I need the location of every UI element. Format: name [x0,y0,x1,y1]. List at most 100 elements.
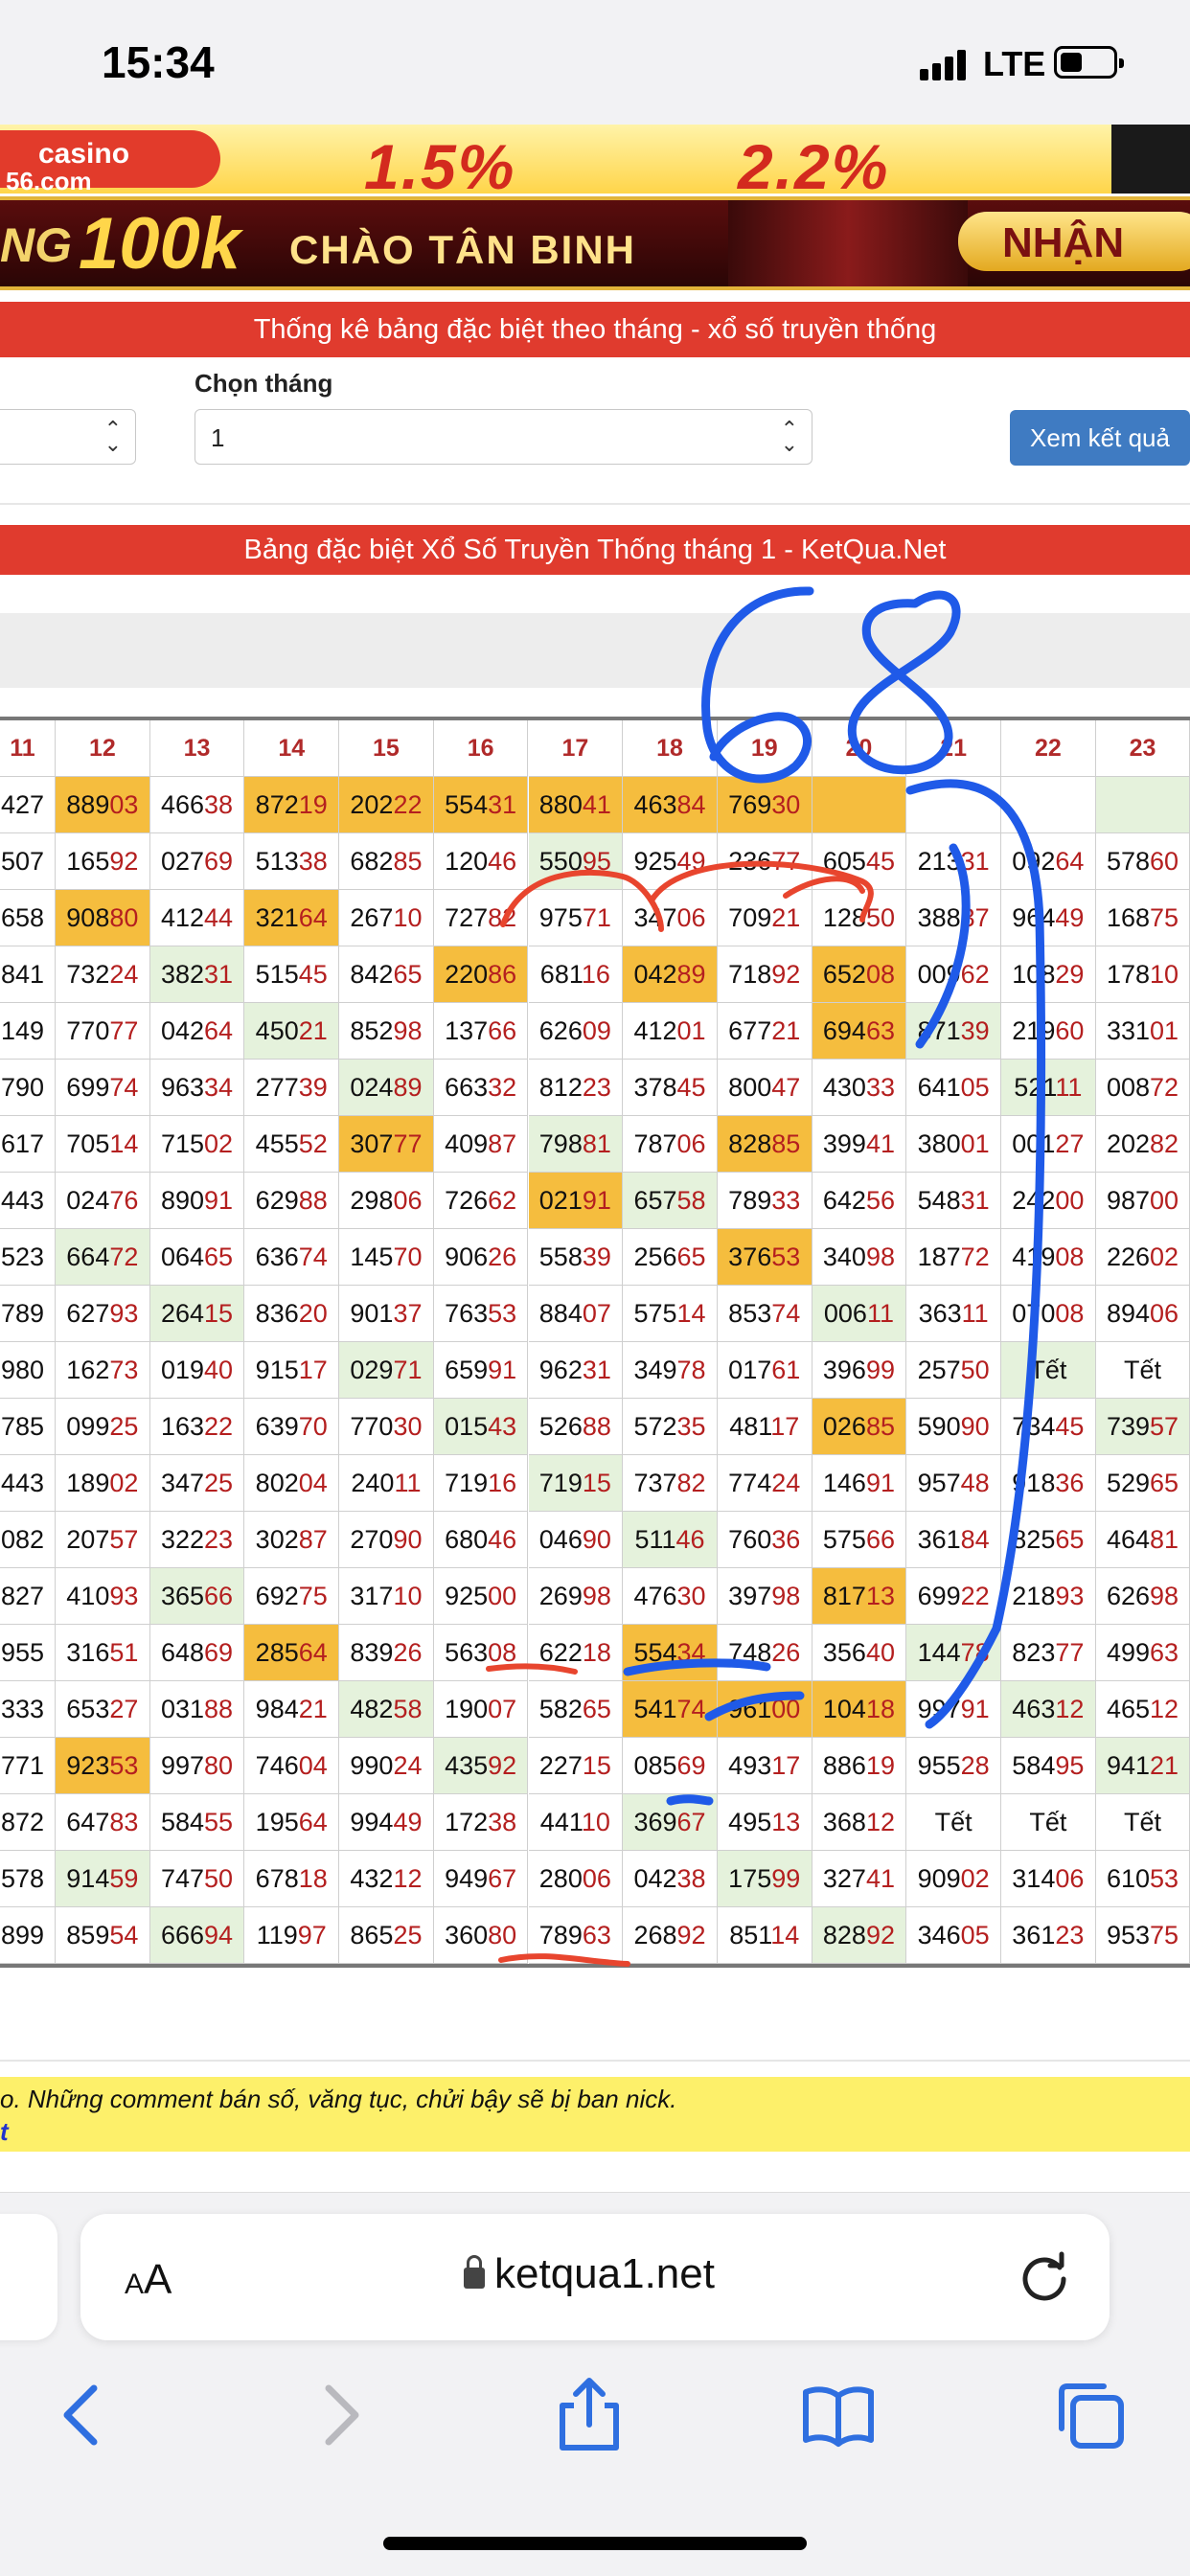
result-cell: 84265 [339,946,434,1003]
result-cell: 73224 [56,946,150,1003]
result-cell: 26415 [149,1286,245,1342]
result-cell: 06465 [149,1229,245,1286]
result-cell: 51545 [244,946,340,1003]
casino-banner[interactable]: casino 56.com 1.5% 2.2% [0,125,1190,194]
result-cell: 09264 [1001,833,1096,890]
result-cell: 12046 [433,833,529,890]
result-cell: 09925 [56,1399,150,1455]
result-cell: 99791 [906,1681,1001,1738]
result-cell: 21960 [1001,1003,1096,1060]
result-cell: 30777 [339,1116,434,1173]
result-cell: 32223 [149,1512,245,1568]
result-cell: 36566 [149,1568,245,1625]
result-cell: 333 [0,1681,56,1738]
result-cell: 55095 [528,833,624,890]
result-cell: 39941 [812,1116,907,1173]
result-cell: 28564 [244,1625,340,1681]
result-cell: 63674 [244,1229,340,1286]
result-cell: 48117 [717,1399,812,1455]
column-header-day-11: 11 [0,720,56,777]
result-cell: 77424 [717,1455,812,1512]
result-cell: 03188 [149,1681,245,1738]
result-cell: 88041 [528,777,624,833]
result-cell: 57235 [623,1399,718,1455]
result-cell: 35640 [812,1625,907,1681]
result-cell: 12850 [812,890,907,946]
promo-banner[interactable]: NG 100k CHÀO TÂN BINH NHẬN [0,196,1190,290]
result-cell: 71916 [433,1455,529,1512]
result-cell: 02769 [149,833,245,890]
result-cell: 70514 [56,1116,150,1173]
result-cell: 19564 [244,1794,340,1851]
notice-link[interactable]: t [0,2117,9,2147]
promo-button[interactable]: NHẬN [958,212,1190,271]
result-cell: 81223 [528,1060,624,1116]
result-cell: 62218 [528,1625,624,1681]
table-row: 578 91459 74750 67818 43212 94967 28006 04238 17… [0,1851,1190,1907]
address-bar[interactable]: AA ketqua1.net [80,2214,1110,2340]
result-cell: 00611 [812,1286,907,1342]
result-cell: 66472 [56,1229,150,1286]
result-cell: 64256 [812,1173,907,1229]
result-cell: 10829 [1001,946,1096,1003]
reload-icon[interactable] [1016,2246,1073,2304]
result-cell: 88407 [528,1286,624,1342]
result-cell: 785 [0,1399,56,1455]
back-icon[interactable] [46,2377,123,2453]
result-cell: 40987 [433,1116,529,1173]
result-cell: 36123 [1001,1907,1096,1964]
result-cell: 31651 [56,1625,150,1681]
result-cell: 97571 [528,890,624,946]
month-label: Chọn tháng [195,369,333,398]
result-cell: 02489 [339,1060,434,1116]
share-icon[interactable] [551,2377,628,2453]
submit-button[interactable]: Xem kết quả [1010,410,1190,466]
result-cell: 39798 [717,1568,812,1625]
result-cell: 082 [0,1512,56,1568]
table-row: 789 62793 26415 83620 90137 76353 88407 57514 85… [0,1286,1190,1342]
result-cell: 37653 [717,1229,812,1286]
result-cell: 78706 [623,1116,718,1173]
result-cell: 45021 [244,1003,340,1060]
result-cell: 20757 [56,1512,150,1568]
column-header-day-20: 20 [812,720,907,777]
result-cell: 65208 [812,946,907,1003]
result-cell: 82885 [717,1116,812,1173]
tabs-icon[interactable] [1052,2377,1129,2453]
result-cell: 46481 [1095,1512,1190,1568]
result-cell: 85954 [56,1907,150,1964]
year-select[interactable]: ⌃ ⌄ [0,409,136,465]
result-cell: 02685 [812,1399,907,1455]
result-cell: 34978 [623,1342,718,1399]
text-size-button[interactable]: AA [125,2256,172,2304]
result-cell: 69974 [56,1060,150,1116]
result-cell: 01761 [717,1342,812,1399]
result-cell: 72662 [433,1173,529,1229]
table-row: 899 85954 66694 11997 86525 36080 78963 26892 85… [0,1907,1190,1964]
result-cell: 23677 [717,833,812,890]
result-cell [1001,777,1096,833]
result-cell: 38837 [906,890,1001,946]
table-row: 507 16592 02769 51338 68285 12046 55095 92549 23… [0,833,1190,890]
result-cell: 77030 [339,1399,434,1455]
result-cell: 89406 [1095,1286,1190,1342]
result-cell: 20282 [1095,1116,1190,1173]
forward-icon[interactable] [302,2377,378,2453]
result-cell: 65991 [433,1342,529,1399]
promo-amount: 100k [79,203,241,285]
result-cell: 16322 [149,1399,245,1455]
previous-tab-preview[interactable] [0,2214,57,2340]
table-row: 443 02476 89091 62988 29806 72662 02191 65758 78… [0,1173,1190,1229]
result-cell: 617 [0,1116,56,1173]
result-cell: 71915 [528,1455,624,1512]
result-cell: 34605 [906,1907,1001,1964]
result-cell: 41093 [56,1568,150,1625]
month-select[interactable]: 1 ⌃ ⌄ [195,409,812,465]
result-cell: 32741 [812,1851,907,1907]
result-cell: 68116 [528,946,624,1003]
result-cell: 67818 [244,1851,340,1907]
result-cell: 69275 [244,1568,340,1625]
result-cell: 64105 [906,1060,1001,1116]
result-cell: 64783 [56,1794,150,1851]
bookmarks-icon[interactable] [800,2377,877,2453]
